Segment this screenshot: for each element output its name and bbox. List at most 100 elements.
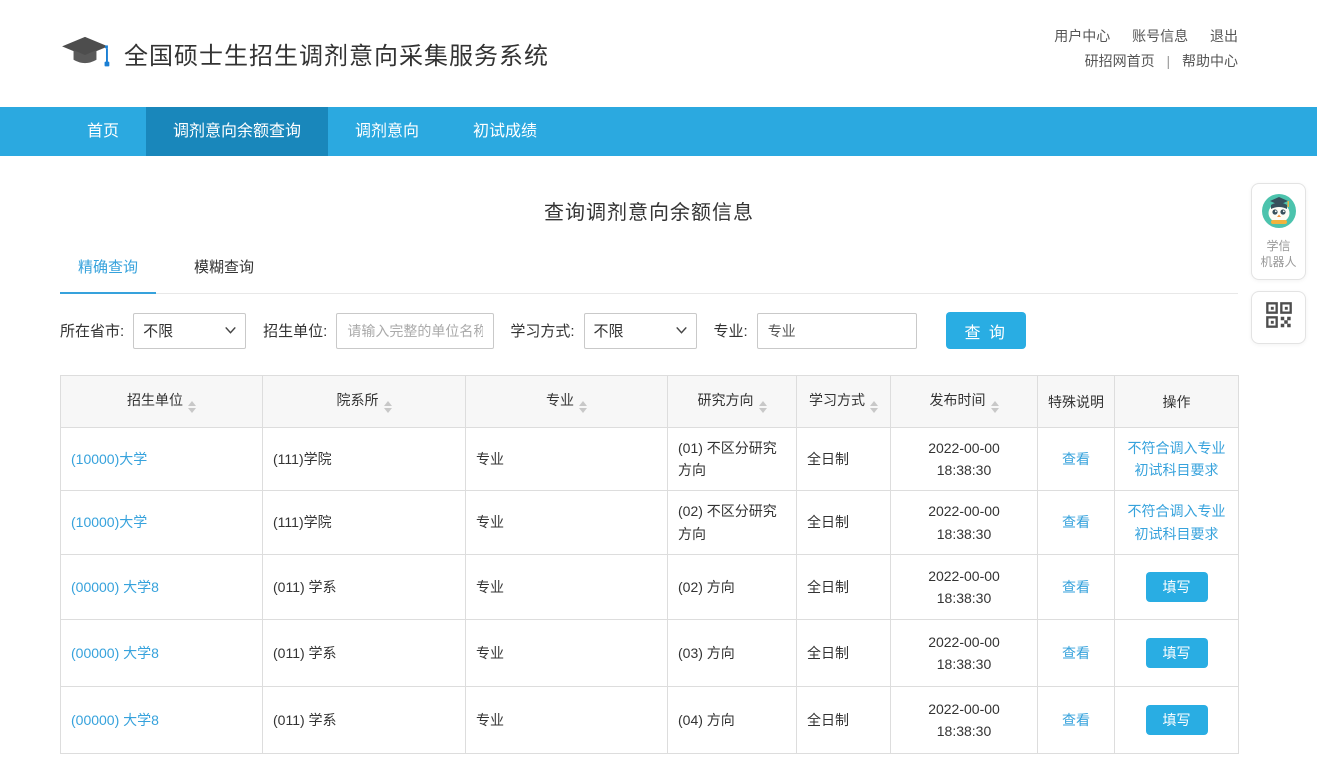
major-label: 专业: [714,320,748,341]
unit-link[interactable]: (10000)大学 [71,451,147,467]
study-mode-cell: 全日制 [797,620,891,687]
nav-item-balance-query[interactable]: 调剂意向余额查询 [146,107,328,156]
col-header-major: 专业 [466,376,668,428]
unit-link[interactable]: (00000) 大学8 [71,645,159,661]
publish-time-cell: 2022-00-00 18:38:30 [891,555,1038,620]
results-table: 招生单位 院系所 专业 研究方向 学习方式 发布时间 特殊说明 操作 (1000… [60,375,1239,754]
chevron-down-icon [225,327,236,334]
col-header-study-mode: 学习方式 [797,376,891,428]
major-cell: 专业 [466,428,668,491]
unit-input[interactable] [336,313,494,349]
nav-item-exam-score[interactable]: 初试成绩 [446,107,564,156]
study-mode-cell: 全日制 [797,491,891,555]
top-header: 全国硕士生招生调剂意向采集服务系统 用户中心 账号信息 退出 研招网首页 | 帮… [0,0,1317,107]
department-cell: (111)学院 [263,491,466,555]
publish-time-cell: 2022-00-00 18:38:30 [891,491,1038,555]
fill-button[interactable]: 填写 [1146,572,1208,602]
graduation-cap-icon [60,33,110,75]
nav-item-home[interactable]: 首页 [60,107,146,156]
major-cell: 专业 [466,687,668,754]
brand: 全国硕士生招生调剂意向采集服务系统 [60,33,549,75]
sort-icon[interactable] [579,401,587,413]
xuexin-robot-widget[interactable]: 学信 机器人 [1251,183,1306,280]
tab-exact-query[interactable]: 精确查询 [60,256,156,294]
publish-time-cell: 2022-00-00 18:38:30 [891,428,1038,491]
query-tabs: 精确查询 模糊查询 [60,256,1238,294]
robot-widget-label: 学信 机器人 [1260,238,1296,270]
link-user-center[interactable]: 用户中心 [1054,28,1110,44]
col-header-department: 院系所 [263,376,466,428]
col-header-action: 操作 [1115,376,1239,428]
unit-link[interactable]: (10000)大学 [71,514,147,530]
qrcode-widget[interactable] [1251,291,1306,344]
direction-cell: (03) 方向 [668,620,797,687]
fill-button[interactable]: 填写 [1146,638,1208,668]
study-mode-select[interactable]: 不限 [584,313,697,349]
sort-icon[interactable] [188,401,196,413]
link-account-info[interactable]: 账号信息 [1132,28,1188,44]
xuexin-robot-avatar-icon [1261,193,1297,234]
major-cell: 专业 [466,620,668,687]
col-header-publish-time: 发布时间 [891,376,1038,428]
table-row: (00000) 大学8 (011) 学系 专业 (03) 方向 全日制 2022… [61,620,1239,687]
page-title: 查询调剂意向余额信息 [60,196,1238,225]
main-nav: 首页 调剂意向余额查询 调剂意向 初试成绩 [0,107,1317,156]
qr-code-icon [1265,301,1293,334]
table-row: (10000)大学 (111)学院 专业 (01) 不区分研究方向 全日制 20… [61,428,1239,491]
direction-cell: (02) 方向 [668,555,797,620]
table-row: (00000) 大学8 (011) 学系 专业 (02) 方向 全日制 2022… [61,555,1239,620]
not-eligible-notice: 不符合调入专业初试科目要求 [1125,437,1228,482]
study-mode-label: 学习方式: [510,320,574,341]
link-logout[interactable]: 退出 [1210,28,1238,44]
unit-link[interactable]: (00000) 大学8 [71,579,159,595]
nav-item-intention[interactable]: 调剂意向 [328,107,446,156]
link-help-center[interactable]: 帮助中心 [1182,53,1238,69]
side-widgets: 学信 机器人 [1251,183,1306,355]
study-mode-cell: 全日制 [797,428,891,491]
view-link[interactable]: 查看 [1062,579,1090,595]
direction-cell: (04) 方向 [668,687,797,754]
not-eligible-notice: 不符合调入专业初试科目要求 [1125,500,1228,545]
major-cell: 专业 [466,555,668,620]
major-cell: 专业 [466,491,668,555]
links-separator: | [1166,53,1170,69]
department-cell: (011) 学系 [263,620,466,687]
direction-cell: (01) 不区分研究方向 [668,428,797,491]
publish-time-cell: 2022-00-00 18:38:30 [891,687,1038,754]
col-header-special-note: 特殊说明 [1038,376,1115,428]
site-links: 研招网首页 | 帮助中心 [1036,49,1238,74]
col-header-direction: 研究方向 [668,376,797,428]
fill-button[interactable]: 填写 [1146,705,1208,735]
view-link[interactable]: 查看 [1062,712,1090,728]
study-mode-cell: 全日制 [797,555,891,620]
filter-bar: 所在省市: 不限 招生单位: 学习方式: 不限 专业: 查 询 [60,312,1238,349]
province-select[interactable]: 不限 [133,313,246,349]
sort-icon[interactable] [870,401,878,413]
view-link[interactable]: 查看 [1062,645,1090,661]
chevron-down-icon [676,327,687,334]
study-mode-select-value: 不限 [594,320,624,341]
department-cell: (111)学院 [263,428,466,491]
col-header-unit: 招生单位 [61,376,263,428]
table-row: (00000) 大学8 (011) 学系 专业 (04) 方向 全日制 2022… [61,687,1239,754]
direction-cell: (02) 不区分研究方向 [668,491,797,555]
sort-icon[interactable] [991,401,999,413]
sort-icon[interactable] [759,401,767,413]
department-cell: (011) 学系 [263,555,466,620]
view-link[interactable]: 查看 [1062,514,1090,530]
sort-icon[interactable] [384,401,392,413]
app-title: 全国硕士生招生调剂意向采集服务系统 [124,36,549,71]
province-select-value: 不限 [143,320,173,341]
major-input[interactable] [757,313,917,349]
table-row: (10000)大学 (111)学院 专业 (02) 不区分研究方向 全日制 20… [61,491,1239,555]
table-header-row: 招生单位 院系所 专业 研究方向 学习方式 发布时间 特殊说明 操作 [61,376,1239,428]
unit-link[interactable]: (00000) 大学8 [71,712,159,728]
search-button[interactable]: 查 询 [946,312,1026,349]
tab-fuzzy-query[interactable]: 模糊查询 [176,256,272,293]
study-mode-cell: 全日制 [797,687,891,754]
link-yanzhao-home[interactable]: 研招网首页 [1085,53,1155,69]
department-cell: (011) 学系 [263,687,466,754]
user-links: 用户中心 账号信息 退出 [1036,24,1238,49]
unit-label: 招生单位: [263,320,327,341]
view-link[interactable]: 查看 [1062,451,1090,467]
